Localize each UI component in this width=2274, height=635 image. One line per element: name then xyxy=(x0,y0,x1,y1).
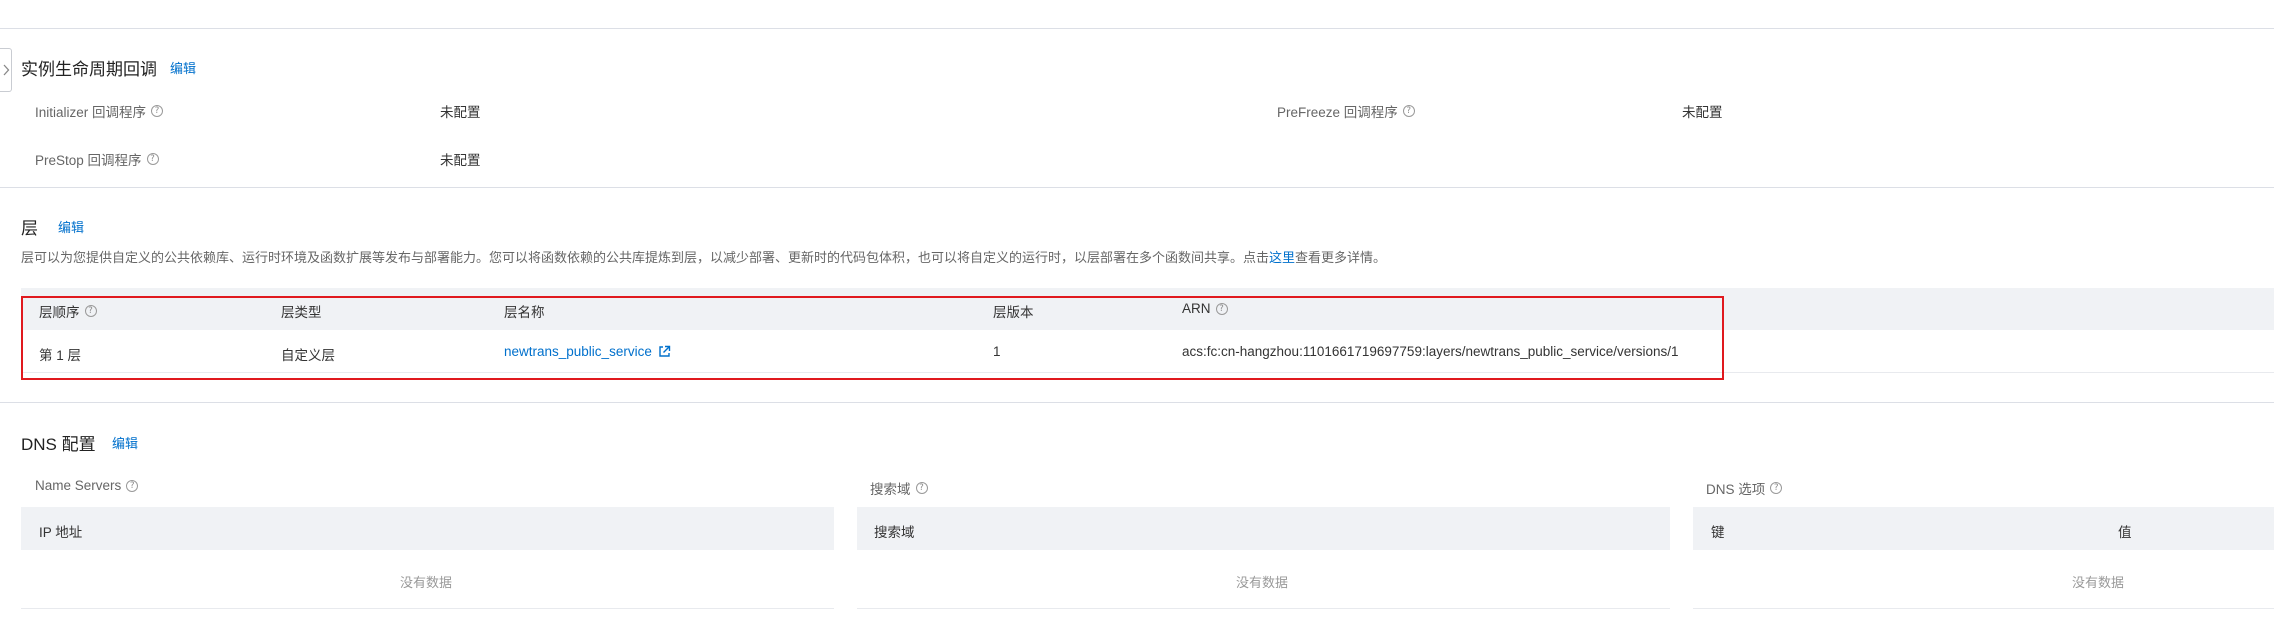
lifecycle-title: 实例生命周期回调 xyxy=(21,60,157,79)
top-divider xyxy=(0,28,2274,29)
dns-options-bottom-line xyxy=(1693,608,2274,609)
dns-options-table-header xyxy=(1693,507,2274,550)
layers-divider xyxy=(0,402,2274,403)
name-servers-table-header xyxy=(21,507,834,550)
search-domains-table-header xyxy=(857,507,1670,550)
name-servers-label-text: Name Servers xyxy=(35,478,122,493)
layers-more-link[interactable]: 这里 xyxy=(1269,250,1295,265)
col-search-domain: 搜索域 xyxy=(874,525,915,540)
search-domains-label-text: 搜索域 xyxy=(870,482,911,497)
highlight-box xyxy=(21,296,1724,380)
prestop-label-text: PreStop 回调程序 xyxy=(35,153,142,168)
col-value: 值 xyxy=(2118,525,2132,540)
help-icon[interactable]: ? xyxy=(1770,482,1783,494)
help-icon[interactable]: ? xyxy=(126,479,139,492)
layers-edit-button[interactable]: 编辑 xyxy=(58,217,84,236)
dns-edit-button[interactable]: 编辑 xyxy=(112,433,138,452)
lifecycle-divider xyxy=(0,187,2274,188)
initializer-value: 未配置 xyxy=(440,105,481,120)
col-key: 键 xyxy=(1711,525,1725,540)
lifecycle-edit-button[interactable]: 编辑 xyxy=(170,58,196,77)
prestop-value: 未配置 xyxy=(440,153,481,168)
chevron-right-icon xyxy=(3,64,9,76)
help-icon[interactable]: ? xyxy=(151,105,164,117)
help-icon[interactable]: ? xyxy=(915,482,928,494)
name-servers-label: Name Servers ? xyxy=(35,478,139,493)
dns-options-label: DNS 选项 ? xyxy=(1706,478,1783,498)
name-servers-empty: 没有数据 xyxy=(400,575,453,590)
dns-title: DNS 配置 xyxy=(21,435,96,454)
col-ip-address: IP 地址 xyxy=(39,525,83,540)
layers-description-text: 层可以为您提供自定义的公共依赖库、运行时环境及函数扩展等发布与部署能力。您可以将… xyxy=(21,250,1270,265)
dns-options-label-text: DNS 选项 xyxy=(1706,482,1766,497)
layers-description-tail: 查看更多详情。 xyxy=(1295,250,1387,265)
search-domains-empty: 没有数据 xyxy=(1236,575,1289,590)
search-domains-label: 搜索域 ? xyxy=(870,478,928,498)
initializer-label: Initializer 回调程序 ? xyxy=(35,101,164,121)
name-servers-bottom-line xyxy=(21,608,834,609)
search-domains-bottom-line xyxy=(857,608,1670,609)
help-icon[interactable]: ? xyxy=(146,153,159,165)
layers-title: 层 xyxy=(21,219,38,238)
sidebar-toggle[interactable] xyxy=(0,48,12,92)
prefreeze-label: PreFreeze 回调程序 ? xyxy=(1277,101,1415,121)
initializer-label-text: Initializer 回调程序 xyxy=(35,105,147,120)
prestop-label: PreStop 回调程序 ? xyxy=(35,149,159,169)
layers-description: 层可以为您提供自定义的公共依赖库、运行时环境及函数扩展等发布与部署能力。您可以将… xyxy=(21,247,1386,266)
prefreeze-value: 未配置 xyxy=(1682,105,1723,120)
prefreeze-label-text: PreFreeze 回调程序 xyxy=(1277,105,1398,120)
help-icon[interactable]: ? xyxy=(1402,105,1415,117)
dns-options-empty: 没有数据 xyxy=(2072,575,2125,590)
